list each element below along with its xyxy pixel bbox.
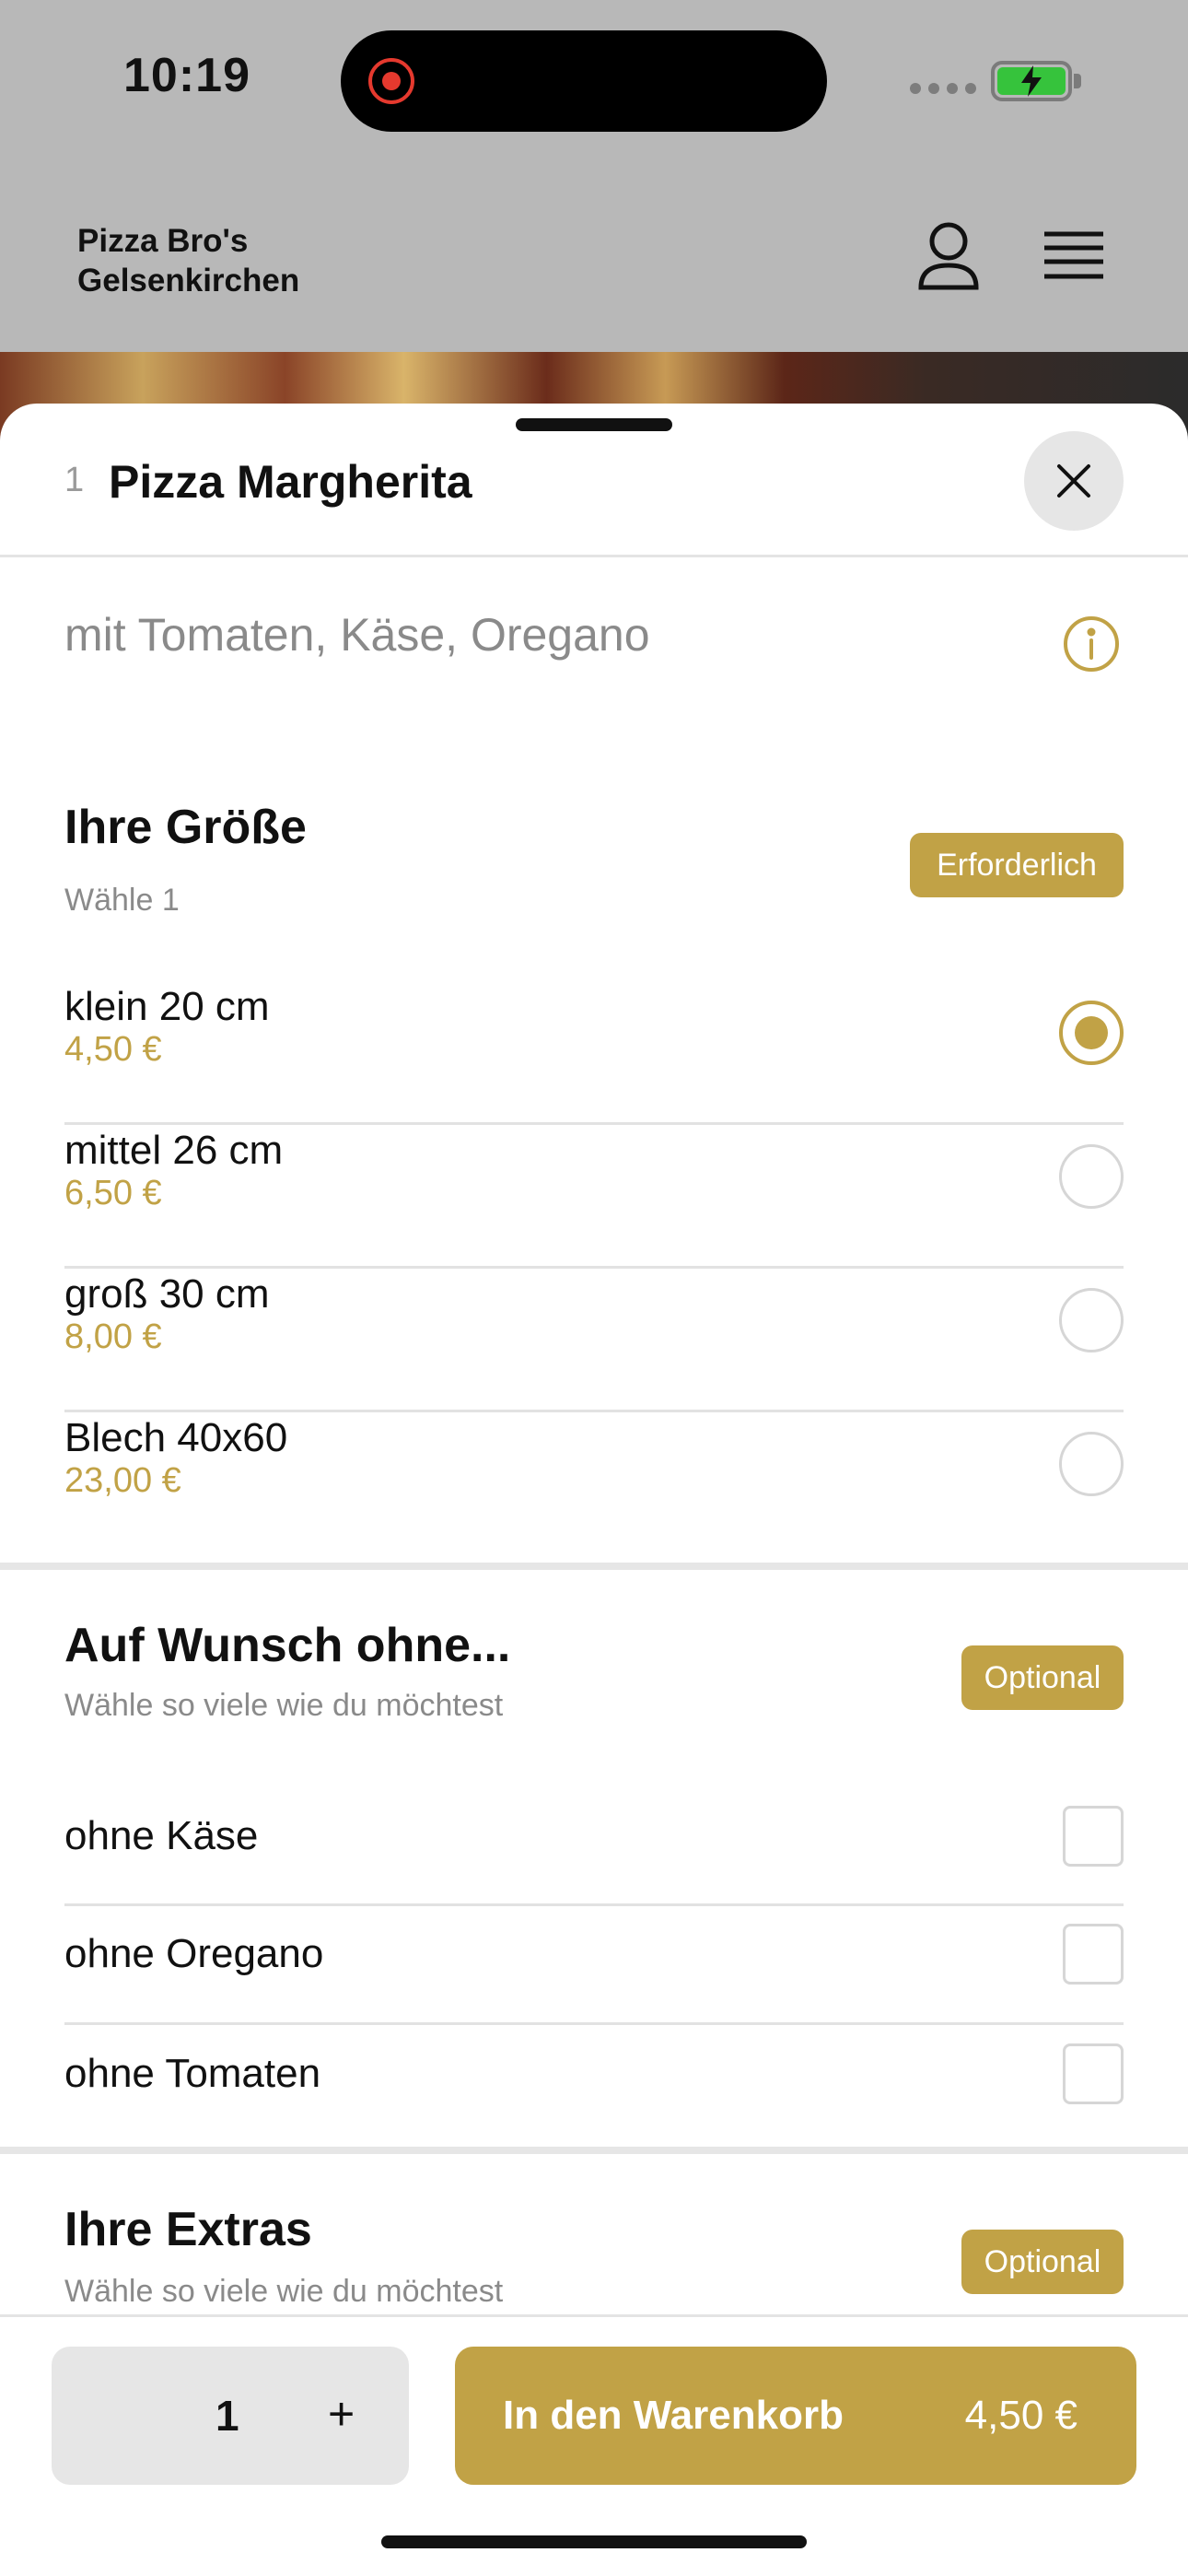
size-option[interactable]: Blech 40x60 23,00 € (64, 1415, 1124, 1553)
option-checkbox[interactable] (1063, 1806, 1124, 1867)
option-name: Blech 40x60 (64, 1415, 288, 1460)
without-option[interactable]: ohne Käse (64, 1795, 1124, 1914)
option-price: 4,50 € (64, 1030, 162, 1069)
product-sheet: 1 Pizza Margherita mit Tomaten, Käse, Or… (0, 404, 1188, 2576)
without-option[interactable]: ohne Tomaten (64, 2032, 1124, 2152)
optional-badge: Optional (961, 2230, 1124, 2294)
option-name: groß 30 cm (64, 1271, 270, 1317)
user-icon[interactable] (917, 221, 980, 291)
menu-icon[interactable] (1044, 230, 1103, 282)
option-name: klein 20 cm (64, 984, 270, 1029)
screen: 10:19 Pizza Bro's Gelsenkirchen 1 Pizza … (0, 0, 1188, 2576)
sheet-grabber[interactable] (516, 418, 672, 431)
home-indicator[interactable] (381, 2535, 807, 2548)
close-icon (1057, 464, 1090, 498)
without-section-title: Auf Wunsch ohne... (64, 1619, 511, 1672)
quantity-stepper[interactable]: 1 + (52, 2347, 409, 2485)
battery-icon (991, 61, 1072, 101)
size-section-title: Ihre Größe (64, 801, 307, 854)
option-name: ohne Käse (64, 1813, 259, 1858)
option-price: 23,00 € (64, 1461, 181, 1500)
item-number: 1 (64, 461, 85, 499)
size-radio-selected[interactable] (1059, 1001, 1124, 1065)
quantity-plus-button[interactable]: + (328, 2387, 355, 2441)
optional-badge: Optional (961, 1645, 1124, 1710)
option-checkbox[interactable] (1063, 2043, 1124, 2104)
dynamic-island (341, 30, 827, 132)
size-option[interactable]: groß 30 cm 8,00 € (64, 1271, 1124, 1415)
extras-section-subtitle: Wähle so viele wie du möchtest (64, 2274, 504, 2309)
extras-section-title: Ihre Extras (64, 2203, 312, 2256)
add-to-cart-label: In den Warenkorb (503, 2393, 844, 2438)
recording-indicator-icon (368, 58, 414, 104)
without-section-subtitle: Wähle so viele wie du möchtest (64, 1688, 504, 1723)
brand-line-2: Gelsenkirchen (77, 263, 300, 299)
brand-name[interactable]: Pizza Bro's Gelsenkirchen (77, 221, 299, 300)
option-price: 8,00 € (64, 1317, 162, 1356)
option-price: 6,50 € (64, 1174, 162, 1212)
close-button[interactable] (1024, 431, 1124, 531)
size-section-subtitle: Wähle 1 (64, 883, 180, 918)
signal-icon (910, 83, 976, 94)
add-to-cart-price: 4,50 € (964, 2393, 1077, 2438)
size-option[interactable]: klein 20 cm 4,50 € (64, 984, 1124, 1128)
quantity-value: 1 (215, 2392, 239, 2440)
size-radio[interactable] (1059, 1288, 1124, 1352)
status-time: 10:19 (123, 49, 250, 102)
product-title: Pizza Margherita (109, 456, 472, 508)
brand-line-1: Pizza Bro's (77, 223, 249, 259)
info-icon[interactable] (1063, 615, 1120, 673)
option-name: ohne Oregano (64, 1931, 324, 1976)
option-name: mittel 26 cm (64, 1128, 284, 1173)
add-to-cart-button[interactable]: In den Warenkorb 4,50 € (455, 2347, 1136, 2485)
required-badge: Erforderlich (910, 833, 1124, 897)
product-description: mit Tomaten, Käse, Oregano (64, 609, 650, 661)
without-option[interactable]: ohne Oregano (64, 1914, 1124, 2034)
size-radio[interactable] (1059, 1144, 1124, 1209)
option-name: ohne Tomaten (64, 2051, 321, 2096)
size-option[interactable]: mittel 26 cm 6,50 € (64, 1128, 1124, 1271)
size-radio[interactable] (1059, 1432, 1124, 1496)
option-checkbox[interactable] (1063, 1924, 1124, 1985)
